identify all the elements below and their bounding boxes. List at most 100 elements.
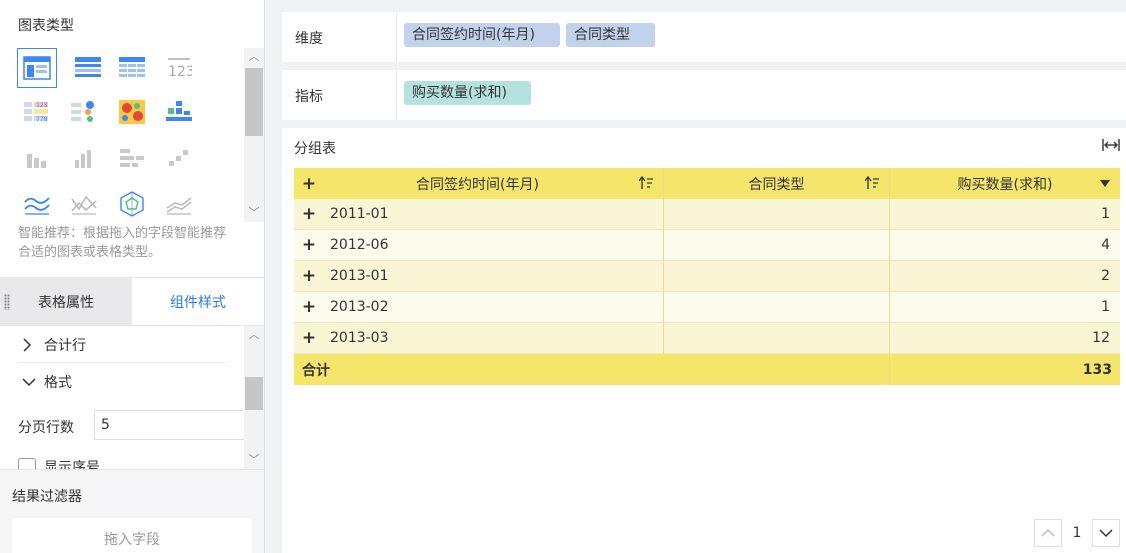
column-chart-icon[interactable]: [17, 138, 57, 178]
chevron-up-icon: [1041, 528, 1055, 537]
chart-type-title: 图表类型: [18, 18, 74, 34]
tab-table-properties[interactable]: 表格属性: [0, 278, 132, 325]
expand-row-icon[interactable]: +: [294, 235, 324, 255]
table-row: +2013-03 12: [294, 323, 1120, 354]
column-header: 购买数量(求和): [957, 176, 1053, 193]
dot-table-icon[interactable]: [64, 92, 104, 132]
dimension-label: 维度: [295, 31, 323, 47]
type-cell: [664, 292, 890, 323]
measure-label: 指标: [295, 89, 323, 105]
chevron-down-icon: [22, 377, 36, 387]
show-index-checkbox[interactable]: [18, 458, 36, 469]
dimension-bar: 维度 合同签约时间(年月) 合同类型: [282, 12, 1126, 62]
pagination: 1: [1034, 519, 1120, 547]
svg-text:778: 778: [36, 116, 48, 123]
dimension-chip-date[interactable]: 合同签约时间(年月): [404, 23, 560, 47]
date-cell: 2013-03: [330, 330, 389, 346]
expand-all-icon[interactable]: +: [294, 174, 324, 194]
property-tabs: 表格属性 组件样式: [0, 277, 264, 326]
expand-width-icon[interactable]: [1102, 138, 1120, 156]
total-row-section[interactable]: 合计行: [22, 335, 86, 355]
scroll-down-icon[interactable]: ﹀: [244, 206, 264, 220]
format-label: 格式: [44, 375, 72, 391]
left-panel: 图表类型 123 123 778 ︿ ﹀ 智能推荐：根据拖入的字段智能推荐合适的…: [0, 0, 265, 553]
header-cell-date[interactable]: + 合同签约时间(年月): [294, 168, 664, 199]
table-row: +2013-01 2: [294, 261, 1120, 292]
chevron-down-icon: [1099, 529, 1113, 538]
expand-row-icon[interactable]: +: [294, 204, 324, 224]
heatmap-icon[interactable]: [112, 92, 152, 132]
scroll-down-icon[interactable]: ﹀: [244, 453, 264, 467]
svg-text:123: 123: [36, 102, 48, 109]
result-filter-section: 结果过滤器 拖入字段: [0, 469, 264, 553]
expand-row-icon[interactable]: +: [294, 266, 324, 286]
scroll-thumb[interactable]: [245, 68, 263, 136]
drag-handle-icon[interactable]: [4, 294, 10, 310]
qty-cell: 1: [890, 199, 1120, 230]
next-page-button[interactable]: [1092, 519, 1120, 547]
measure-chip-qty[interactable]: 购买数量(求和): [404, 81, 531, 105]
property-panel: 合计行 格式 分页行数 5 显示序号 ︿ ﹀: [0, 326, 264, 469]
table-row: +2013-02 1: [294, 292, 1120, 323]
header-cell-type[interactable]: 合同类型: [664, 168, 890, 199]
page-rows-input[interactable]: 5: [94, 410, 246, 440]
cross-table-icon[interactable]: [112, 48, 152, 88]
svg-text:123: 123: [168, 64, 192, 79]
format-section[interactable]: 格式: [22, 372, 72, 392]
number-table-icon[interactable]: 123 778: [17, 92, 57, 132]
sort-icon[interactable]: [864, 175, 879, 194]
type-cell: [664, 230, 890, 261]
line-chart-icon[interactable]: [17, 184, 57, 224]
sort-desc-icon[interactable]: [1100, 180, 1110, 187]
polyline-chart-icon[interactable]: [64, 184, 104, 224]
recommend-hint: 智能推荐：根据拖入的字段智能推荐合适的图表或表格类型。: [18, 226, 227, 260]
stacked-bar-icon[interactable]: [159, 92, 199, 132]
qty-cell: 12: [890, 323, 1120, 354]
total-label: 合计: [294, 354, 890, 385]
table-title: 分组表: [294, 141, 336, 157]
dimension-chip-type[interactable]: 合同类型: [566, 23, 655, 47]
tab-component-style[interactable]: 组件样式: [132, 278, 264, 325]
total-row-label: 合计行: [44, 338, 86, 354]
area-chart-icon[interactable]: [159, 184, 199, 224]
type-cell: [664, 199, 890, 230]
total-value: 133: [1082, 361, 1112, 378]
tab-label: 表格属性: [38, 294, 94, 311]
date-cell: 2011-01: [330, 206, 389, 222]
qty-cell: 2: [890, 261, 1120, 292]
header-cell-qty[interactable]: 购买数量(求和): [890, 168, 1120, 199]
scroll-up-icon[interactable]: ︿: [244, 50, 264, 64]
detail-table-icon[interactable]: [68, 48, 108, 88]
table-header-row: + 合同签约时间(年月) 合同类型 购买数量(求和): [294, 168, 1120, 199]
date-cell: 2013-02: [330, 299, 389, 315]
qty-cell: 4: [890, 230, 1120, 261]
scroll-up-icon[interactable]: ︿: [244, 328, 264, 342]
prev-page-button[interactable]: [1034, 519, 1062, 547]
type-cell: [664, 323, 890, 354]
table-row: +2011-01 1: [294, 199, 1120, 230]
radar-chart-icon[interactable]: [112, 184, 152, 224]
total-row: 合计 133: [294, 354, 1120, 385]
result-filter-title: 结果过滤器: [12, 489, 82, 505]
chevron-right-icon: [22, 338, 36, 352]
expand-row-icon[interactable]: +: [294, 328, 324, 348]
show-index-option[interactable]: 显示序号: [18, 457, 100, 469]
expand-row-icon[interactable]: +: [294, 297, 324, 317]
bar-chart-icon[interactable]: [112, 138, 152, 178]
filter-drop-zone[interactable]: 拖入字段: [12, 518, 252, 553]
chart-type-scrollbar[interactable]: ︿ ﹀: [244, 48, 264, 222]
column-header: 合同类型: [748, 176, 805, 193]
kpi-number-icon[interactable]: 123: [159, 48, 199, 88]
table-card: 分组表 + 合同签约时间(年月) 合同类型 购买数量(求和) + 2011-01…: [282, 128, 1126, 553]
grouped-table-icon[interactable]: [17, 48, 57, 88]
divider: [396, 70, 397, 120]
date-cell: 2013-01: [330, 268, 389, 284]
page-number: 1: [1072, 525, 1082, 541]
sort-icon[interactable]: [638, 175, 653, 194]
scroll-thumb[interactable]: [245, 377, 263, 410]
table-row: +2012-06 4: [294, 230, 1120, 261]
qty-cell: 1: [890, 292, 1120, 323]
property-scrollbar[interactable]: ︿ ﹀: [244, 326, 264, 469]
waterfall-icon[interactable]: [159, 138, 199, 178]
grouped-column-icon[interactable]: [64, 138, 104, 178]
